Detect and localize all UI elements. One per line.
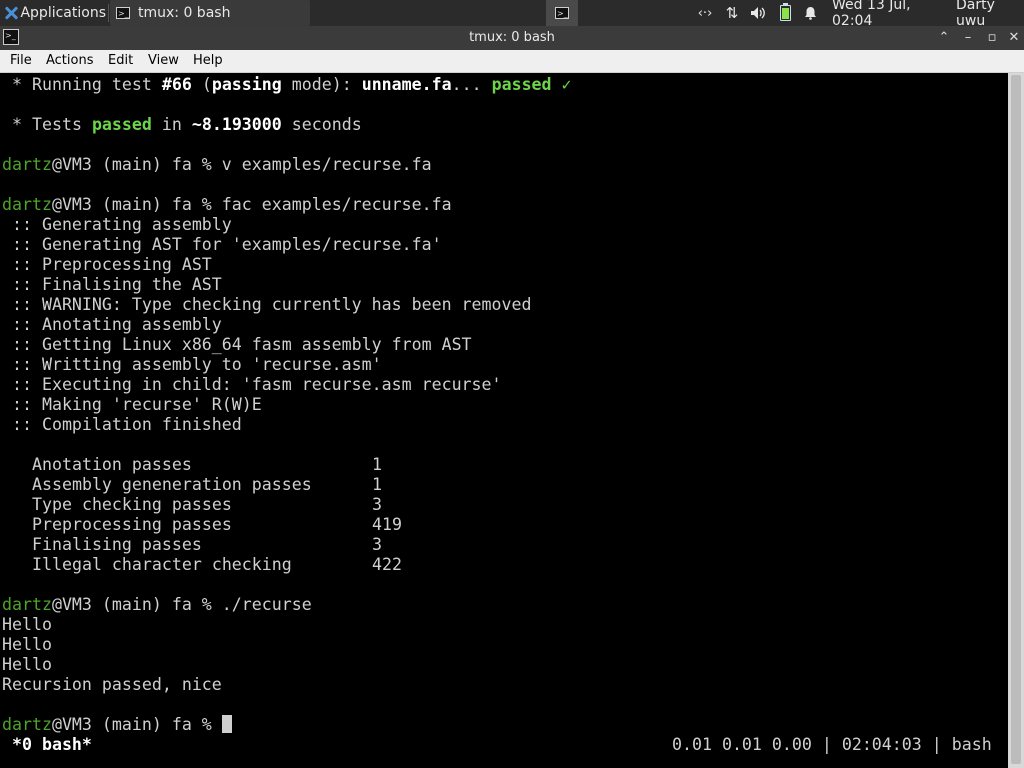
window-title: tmux: 0 bash — [469, 30, 555, 45]
text: ... — [451, 75, 492, 94]
test-number: #66 — [161, 75, 192, 94]
build-log-line: :: Writting assembly to 'recurse.asm' — [2, 355, 382, 374]
text: seconds — [281, 115, 362, 134]
bullet: * — [2, 75, 32, 94]
build-log-line: :: Anotating assembly — [2, 315, 222, 334]
menu-bar: File Actions Edit View Help — [0, 50, 1024, 73]
prompt-user: dartz — [2, 195, 52, 214]
stat-value: 3 — [372, 535, 382, 554]
applications-menu[interactable]: Applications — [0, 0, 106, 26]
test-file: unname.fa — [361, 75, 452, 94]
menu-help[interactable]: Help — [193, 50, 223, 72]
terminal-scrollbar[interactable] — [1008, 73, 1024, 768]
menu-view[interactable]: View — [148, 50, 179, 72]
prompt-host: @VM3 (main) fa % — [51, 195, 222, 214]
text: mode): — [281, 75, 362, 94]
top-panel: Applications >_ tmux: 0 bash >_ ‹·› ⇅ We… — [0, 0, 1024, 29]
test-running-line: * Running test #66 (passing mode): unnam… — [2, 75, 572, 95]
network-icon[interactable]: ‹·› — [694, 0, 716, 26]
program-output-line: Recursion passed, nice — [2, 675, 222, 694]
menu-file[interactable]: File — [10, 50, 32, 72]
prompt-line[interactable]: dartz@VM3 (main) fa % — [2, 715, 232, 735]
terminal-icon: >_ — [116, 7, 130, 19]
build-log-line: :: Compilation finished — [2, 415, 242, 434]
stat-name: Illegal character checking — [32, 555, 292, 574]
stat-value: 3 — [372, 495, 382, 514]
stat-name: Assembly geneneration passes — [32, 475, 312, 494]
terminal-output[interactable]: * Running test #66 (passing mode): unnam… — [0, 73, 1008, 768]
stat-name: Type checking passes — [32, 495, 232, 514]
xfce-logo-icon — [3, 5, 17, 21]
workspace-switcher[interactable]: >_ — [546, 0, 578, 26]
prompt-line: dartz@VM3 (main) fa % ./recurse — [2, 595, 312, 615]
text: in — [151, 115, 192, 134]
passed-status: passed ✓ — [491, 75, 572, 94]
build-log-line: :: Making 'recurse' R(W)E — [2, 395, 262, 414]
prompt-host: @VM3 (main) fa % — [51, 595, 222, 614]
prompt-user: dartz — [2, 155, 52, 174]
command: v examples/recurse.fa — [221, 155, 432, 174]
stat-name: Finalising passes — [32, 535, 202, 554]
text: ( — [191, 75, 212, 94]
text: Tests — [31, 115, 92, 134]
prompt-host: @VM3 (main) fa % — [51, 155, 222, 174]
clock[interactable]: Wed 13 Jul, 02:04 — [832, 0, 948, 29]
mode-word: passing — [211, 75, 282, 94]
build-log-line: :: WARNING: Type checking currently has … — [2, 295, 532, 314]
applications-label: Applications — [20, 5, 106, 21]
build-log-line: :: Finalising the AST — [2, 275, 222, 294]
close-button[interactable]: ✕ — [1004, 26, 1024, 50]
build-log-line: :: Executing in child: 'fasm recurse.asm… — [2, 375, 502, 394]
program-output-line: Hello — [2, 635, 52, 654]
prompt-user: dartz — [2, 595, 52, 614]
passed-word: passed — [91, 115, 152, 134]
stat-value: 1 — [372, 455, 382, 474]
roll-up-button[interactable]: ⌃ — [934, 26, 954, 50]
build-log-line: :: Generating assembly — [2, 215, 232, 234]
terminal-icon: >_ — [555, 7, 569, 19]
menu-actions[interactable]: Actions — [46, 50, 94, 72]
prompt-user: dartz — [2, 715, 52, 734]
prompt-host: @VM3 (main) fa % — [51, 715, 222, 734]
user-menu[interactable]: Darty uwu — [956, 0, 1024, 29]
build-log-line: :: Generating AST for 'examples/recurse.… — [2, 235, 442, 254]
network-activity-icon[interactable]: ⇅ — [722, 0, 742, 26]
volume-icon[interactable] — [748, 0, 768, 26]
tmux-status-right: 0.01 0.01 0.00 | 02:04:03 | bash — [672, 735, 992, 754]
maximize-button[interactable]: ▫ — [982, 26, 1002, 50]
scrollbar-thumb[interactable] — [1011, 75, 1021, 764]
prompt-line: dartz@VM3 (main) fa % v examples/recurse… — [2, 155, 432, 175]
command: ./recurse — [221, 595, 312, 614]
tests-summary-line: * Tests passed in ~8.193000 seconds — [2, 115, 362, 135]
battery-icon[interactable] — [778, 0, 792, 26]
stat-value: 419 — [372, 515, 402, 534]
build-log-line: :: Preprocessing AST — [2, 255, 212, 274]
elapsed-time: ~8.193000 — [191, 115, 282, 134]
taskbar-item-label: tmux: 0 bash — [138, 5, 231, 21]
panel-separator — [108, 4, 109, 22]
program-output-line: Hello — [2, 655, 52, 674]
stat-value: 422 — [372, 555, 402, 574]
minimize-button[interactable]: – — [958, 26, 978, 50]
stat-name: Anotation passes — [32, 455, 192, 474]
text-cursor — [221, 715, 232, 733]
tmux-window-indicator[interactable]: *0 bash* — [2, 735, 92, 755]
taskbar-item-tmux[interactable]: >_ tmux: 0 bash — [110, 0, 310, 26]
window-titlebar[interactable]: >_ tmux: 0 bash ⌃ – ▫ ✕ — [0, 26, 1024, 50]
menu-edit[interactable]: Edit — [108, 50, 133, 72]
stat-name: Preprocessing passes — [32, 515, 232, 534]
notification-bell-icon[interactable] — [800, 0, 820, 26]
program-output-line: Hello — [2, 615, 52, 634]
prompt-line: dartz@VM3 (main) fa % fac examples/recur… — [2, 195, 452, 215]
build-log-line: :: Getting Linux x86_64 fasm assembly fr… — [2, 335, 472, 354]
bullet: * — [2, 115, 32, 134]
stat-value: 1 — [372, 475, 382, 494]
command: fac examples/recurse.fa — [221, 195, 452, 214]
text: Running test — [31, 75, 162, 94]
